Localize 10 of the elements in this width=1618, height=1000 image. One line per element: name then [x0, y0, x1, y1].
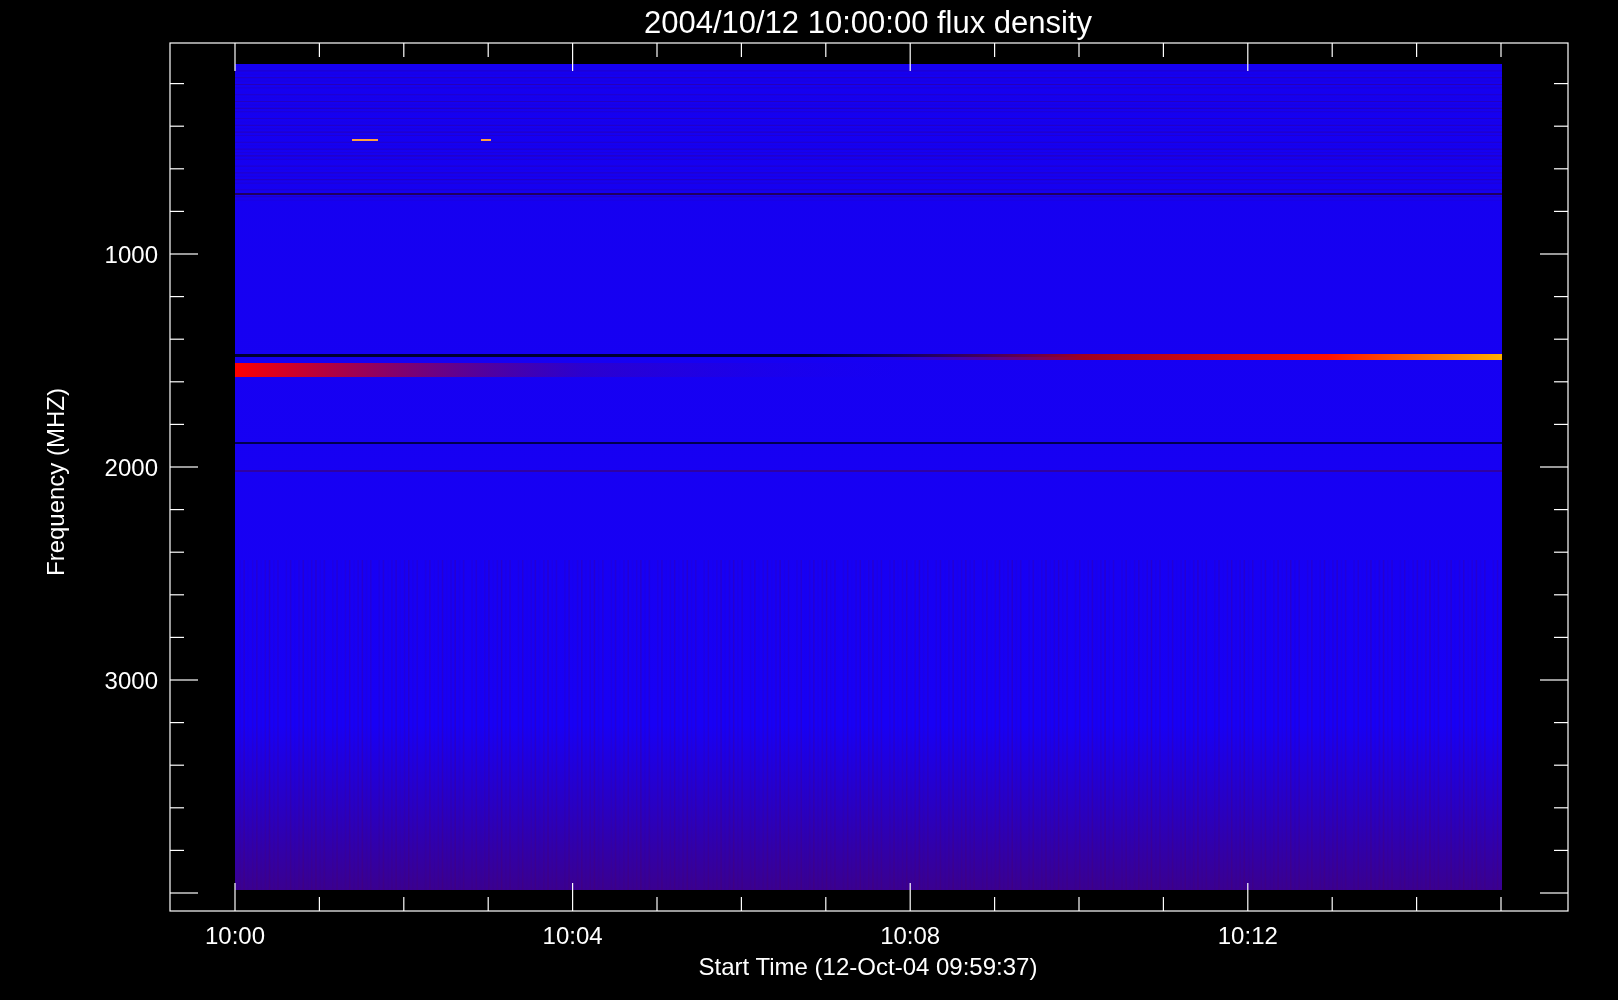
- chart-title: 2004/10/12 10:00:00 flux density: [643, 5, 1093, 40]
- x-tick-label: 10:00: [204, 922, 266, 949]
- y-tick-label: 2000: [104, 454, 158, 481]
- x-tick-label: 10:08: [880, 922, 941, 949]
- y-tick-label: 3000: [104, 667, 158, 694]
- y-axis-label: Frequency (MHZ): [42, 388, 69, 576]
- x-tick-label: 10:04: [542, 922, 603, 949]
- x-tick-label: 10:12: [1217, 922, 1278, 949]
- x-axis-label: Start Time (12-Oct-04 09:59:37): [698, 953, 1038, 980]
- y-tick-label: 1000: [104, 241, 158, 268]
